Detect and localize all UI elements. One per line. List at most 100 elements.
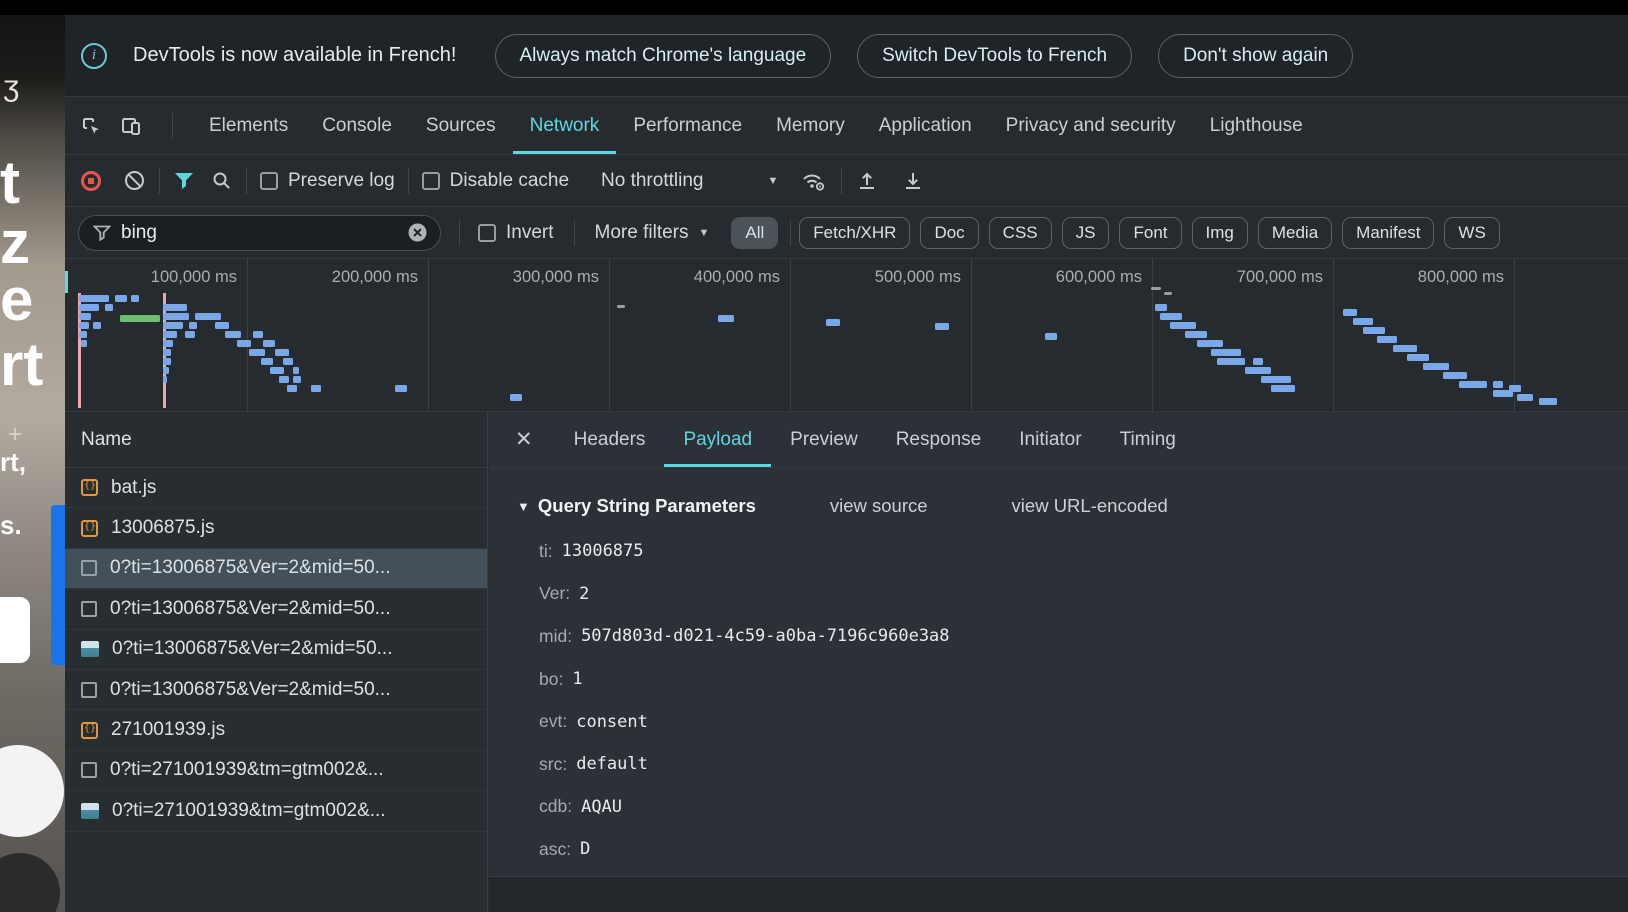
waterfall-bar	[1407, 354, 1429, 361]
tab-lighthouse[interactable]: Lighthouse	[1193, 97, 1320, 154]
disclosure-triangle-icon[interactable]: ▼	[517, 499, 530, 514]
tab-memory[interactable]: Memory	[759, 97, 862, 154]
request-row[interactable]: 271001939.js	[65, 710, 487, 750]
throttling-select[interactable]: No throttling	[601, 170, 703, 192]
param-value: 2	[579, 584, 589, 604]
waterfall-bar	[225, 331, 241, 338]
inspect-element-icon[interactable]	[79, 114, 103, 138]
clear-network-log-icon[interactable]	[123, 169, 146, 192]
tab-console[interactable]: Console	[305, 97, 409, 154]
chevron-down-icon: ▼	[699, 227, 710, 239]
request-row-selected[interactable]: 0?ti=13006875&Ver=2&mid=50...	[65, 549, 487, 589]
dont-show-again-button[interactable]: Don't show again	[1158, 34, 1353, 78]
waterfall-bar	[105, 304, 113, 311]
tab-application[interactable]: Application	[862, 97, 989, 154]
request-row[interactable]: 0?ti=271001939&tm=gtm002&...	[65, 791, 487, 831]
request-name: 0?ti=271001939&tm=gtm002&...	[112, 800, 386, 822]
timeline-canvas[interactable]: 100,000 ms200,000 ms300,000 ms400,000 ms…	[65, 259, 1628, 412]
param-value: D	[580, 839, 590, 859]
waterfall-bar	[1363, 327, 1385, 334]
filter-icon[interactable]	[173, 171, 195, 191]
chip-all[interactable]: All	[731, 217, 778, 249]
more-filters-button[interactable]: More filters	[595, 222, 689, 244]
record-network-log-icon[interactable]	[81, 171, 101, 191]
import-har-icon[interactable]	[855, 169, 879, 193]
preserve-log-checkbox[interactable]	[260, 172, 278, 190]
tab-timing[interactable]: Timing	[1101, 412, 1195, 467]
waterfall-bar	[311, 385, 321, 392]
chip-css[interactable]: CSS	[989, 217, 1052, 249]
invert-checkbox[interactable]	[478, 224, 496, 242]
waterfall-bar	[1353, 318, 1373, 325]
chip-manifest[interactable]: Manifest	[1342, 217, 1434, 249]
waterfall-bar	[163, 358, 171, 365]
request-row[interactable]: 0?ti=13006875&Ver=2&mid=50...	[65, 589, 487, 629]
disable-cache-label: Disable cache	[450, 170, 569, 192]
chip-media[interactable]: Media	[1258, 217, 1332, 249]
tab-payload[interactable]: Payload	[664, 412, 771, 467]
switch-to-french-button[interactable]: Switch DevTools to French	[857, 34, 1132, 78]
chip-font[interactable]: Font	[1119, 217, 1181, 249]
background-page-sliver: ʒ t z e rt + rt, s.	[0, 15, 65, 912]
waterfall-bar	[293, 367, 299, 374]
tab-privacy-security[interactable]: Privacy and security	[989, 97, 1193, 154]
tab-headers[interactable]: Headers	[555, 412, 665, 467]
clear-filter-icon[interactable]	[407, 222, 428, 243]
waterfall-bar	[253, 331, 263, 338]
tab-network[interactable]: Network	[513, 97, 617, 154]
export-har-icon[interactable]	[901, 169, 925, 193]
waterfall-bar	[79, 331, 87, 338]
document-file-icon	[81, 682, 97, 698]
request-row[interactable]: 0?ti=13006875&Ver=2&mid=50...	[65, 630, 487, 670]
request-row[interactable]: bat.js	[65, 468, 487, 508]
chip-doc[interactable]: Doc	[920, 217, 978, 249]
param-value: AQAU	[581, 797, 622, 817]
match-language-button[interactable]: Always match Chrome's language	[495, 34, 832, 78]
view-url-encoded-link[interactable]: view URL-encoded	[1012, 495, 1168, 517]
tab-preview[interactable]: Preview	[771, 412, 877, 467]
tab-elements[interactable]: Elements	[192, 97, 305, 154]
disable-cache-checkbox[interactable]	[422, 172, 440, 190]
request-name: 0?ti=13006875&Ver=2&mid=50...	[110, 557, 390, 579]
js-file-icon	[81, 722, 98, 739]
filter-input[interactable]: bing	[78, 215, 441, 251]
view-source-link[interactable]: view source	[830, 495, 928, 517]
query-string-section-title[interactable]: Query String Parameters	[538, 495, 756, 517]
chip-fetch-xhr[interactable]: Fetch/XHR	[799, 217, 910, 249]
waterfall-bar	[283, 358, 293, 365]
requests-column-header[interactable]: Name	[65, 412, 487, 468]
page-fragment: rt	[0, 330, 43, 399]
param-row: asc:D	[517, 828, 1628, 871]
request-row[interactable]: 13006875.js	[65, 508, 487, 548]
tab-performance[interactable]: Performance	[616, 97, 759, 154]
waterfall-bar	[163, 331, 177, 338]
tab-sources[interactable]: Sources	[409, 97, 513, 154]
param-row: evt:consent	[517, 700, 1628, 743]
request-row[interactable]: 0?ti=13006875&Ver=2&mid=50...	[65, 670, 487, 710]
chip-ws[interactable]: WS	[1444, 217, 1499, 249]
tab-response[interactable]: Response	[877, 412, 1001, 467]
waterfall-bar	[215, 322, 229, 329]
network-conditions-icon[interactable]	[800, 169, 828, 193]
screen: ʒ t z e rt + rt, s. i DevTools is now av…	[0, 0, 1628, 912]
waterfall-bar	[395, 385, 407, 392]
page-circle-widget	[0, 745, 64, 837]
chip-js[interactable]: JS	[1062, 217, 1110, 249]
waterfall-bar	[1443, 372, 1467, 379]
request-name: 0?ti=13006875&Ver=2&mid=50...	[112, 638, 392, 660]
info-icon: i	[81, 43, 107, 69]
infobar-message: DevTools is now available in French!	[133, 44, 457, 67]
device-toolbar-icon[interactable]	[119, 114, 143, 138]
timeline-tick-label: 800,000 ms	[1364, 268, 1504, 287]
request-row[interactable]: 0?ti=271001939&tm=gtm002&...	[65, 751, 487, 791]
waterfall-bar	[205, 313, 221, 320]
close-icon[interactable]: ✕	[489, 412, 555, 467]
timeline-selection-handle[interactable]	[65, 271, 68, 293]
waterfall-bar	[1377, 336, 1397, 343]
search-icon[interactable]	[211, 170, 233, 192]
tab-initiator[interactable]: Initiator	[1000, 412, 1100, 467]
chip-img[interactable]: Img	[1192, 217, 1248, 249]
page-fragment: e	[0, 265, 33, 334]
waterfall-bar	[163, 322, 183, 329]
waterfall-bar	[163, 376, 167, 383]
